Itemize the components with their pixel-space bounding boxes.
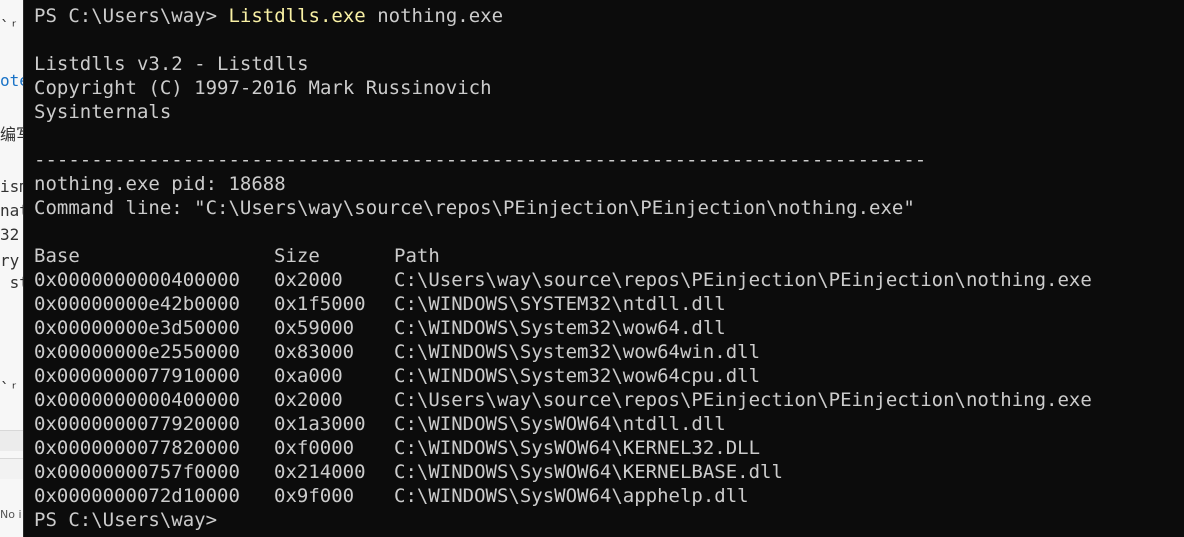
editor-text-fragment: ry [0, 251, 20, 270]
table-row: 0x0000000000400000 0x2000 C:\Users\way\s… [34, 268, 1174, 292]
dll-base-address: 0x0000000072d10000 [34, 485, 240, 507]
final-prompt-line[interactable]: PS C:\Users\way> [34, 508, 217, 532]
dll-base-address: 0x0000000077910000 [34, 365, 240, 387]
dll-path: C:\WINDOWS\SysWOW64\apphelp.dll [394, 485, 749, 507]
table-row: 0x0000000077910000 0xa000 C:\WINDOWS\Sys… [34, 364, 1174, 388]
editor-status-text: No i [0, 508, 22, 521]
editor-text-fragment: 32 [0, 225, 20, 244]
dll-size: 0x83000 [274, 341, 355, 363]
dll-path: C:\WINDOWS\SysWOW64\KERNELBASE.dll [394, 461, 783, 483]
table-header-row: Base Size Path [34, 244, 1174, 268]
editor-text-fragment: ote [0, 71, 24, 90]
dll-path: C:\WINDOWS\System32\wow64win.dll [394, 341, 761, 363]
dll-base-address: 0x00000000e2550000 [34, 341, 240, 363]
command-prompt-line: PS C:\Users\way> Listdlls.exe nothing.ex… [34, 4, 503, 28]
separator-line: ----------------------------------------… [34, 149, 927, 171]
table-row: 0x00000000e2550000 0x83000 C:\WINDOWS\Sy… [34, 340, 1174, 364]
dll-size: 0xa000 [274, 365, 343, 387]
editor-text-fragment: 编写 [0, 125, 24, 144]
dll-size: 0x2000 [274, 389, 343, 411]
column-header-size: Size [274, 245, 320, 267]
powershell-terminal[interactable]: PS C:\Users\way> Listdlls.exe nothing.ex… [23, 0, 1184, 537]
dll-base-address: 0x0000000077920000 [34, 413, 240, 435]
dll-size: 0x1f5000 [274, 293, 366, 315]
background-editor-window[interactable]: `ʳ ote 编写 ism nat 32 ry st `ʳ No i [0, 0, 24, 537]
dll-path: C:\WINDOWS\SYSTEM32\ntdll.dll [394, 293, 726, 315]
table-row: 0x0000000077920000 0x1a3000 C:\WINDOWS\S… [34, 412, 1174, 436]
dll-size: 0xf0000 [274, 437, 355, 459]
command-args: nothing.exe [365, 5, 504, 27]
dll-base-address: 0x0000000000400000 [34, 389, 240, 411]
dll-path: C:\Users\way\source\repos\PEinjection\PE… [394, 389, 1092, 411]
dll-path: C:\WINDOWS\SysWOW64\ntdll.dll [394, 413, 726, 435]
dll-size: 0x59000 [274, 317, 355, 339]
prompt-text: PS C:\Users\way> [34, 5, 229, 27]
dll-size: 0x214000 [274, 461, 366, 483]
editor-text-fragment: `ʳ [0, 379, 20, 398]
dll-base-address: 0x00000000757f0000 [34, 461, 240, 483]
editor-text-fragment: st [9, 273, 24, 292]
table-row: 0x00000000e3d50000 0x59000 C:\WINDOWS\Sy… [34, 316, 1174, 340]
editor-text-fragment: `ʳ [0, 17, 20, 36]
editor-panel-divider [0, 430, 24, 451]
editor-panel-divider [0, 458, 24, 479]
dll-path: C:\WINDOWS\System32\wow64cpu.dll [394, 365, 761, 387]
command-line-info: Command line: "C:\Users\way\source\repos… [34, 197, 915, 219]
dll-size: 0x1a3000 [274, 413, 366, 435]
dll-size: 0x9f000 [274, 485, 355, 507]
table-row: 0x0000000077820000 0xf0000 C:\WINDOWS\Sy… [34, 436, 1174, 460]
dll-base-address: 0x00000000e42b0000 [34, 293, 240, 315]
banner-title: Listdlls v3.2 - Listdlls [34, 53, 309, 75]
table-row: 0x00000000e42b0000 0x1f5000 C:\WINDOWS\S… [34, 292, 1174, 316]
banner-copyright: Copyright (C) 1997-2016 Mark Russinovich [34, 77, 492, 99]
process-info: nothing.exe pid: 18688 [34, 173, 286, 195]
dll-path: C:\WINDOWS\SysWOW64\KERNEL32.DLL [394, 437, 761, 459]
command-name: Listdlls.exe [228, 5, 366, 27]
banner-company: Sysinternals [34, 101, 172, 123]
table-row: 0x0000000072d10000 0x9f000 C:\WINDOWS\Sy… [34, 484, 1174, 508]
dll-base-address: 0x0000000077820000 [34, 437, 240, 459]
dll-base-address: 0x0000000000400000 [34, 269, 240, 291]
dll-size: 0x2000 [274, 269, 343, 291]
dll-path: C:\WINDOWS\System32\wow64.dll [394, 317, 726, 339]
table-row: 0x00000000757f0000 0x214000 C:\WINDOWS\S… [34, 460, 1174, 484]
table-row: 0x0000000000400000 0x2000 C:\Users\way\s… [34, 388, 1174, 412]
column-header-path: Path [394, 245, 440, 267]
screen: `ʳ ote 编写 ism nat 32 ry st `ʳ No i PS C:… [0, 0, 1184, 537]
column-header-base: Base [34, 245, 80, 267]
dll-base-address: 0x00000000e3d50000 [34, 317, 240, 339]
editor-text-fragment: ism [0, 177, 24, 196]
dll-path: C:\Users\way\source\repos\PEinjection\PE… [394, 269, 1092, 291]
editor-text-fragment: nat [0, 201, 24, 220]
